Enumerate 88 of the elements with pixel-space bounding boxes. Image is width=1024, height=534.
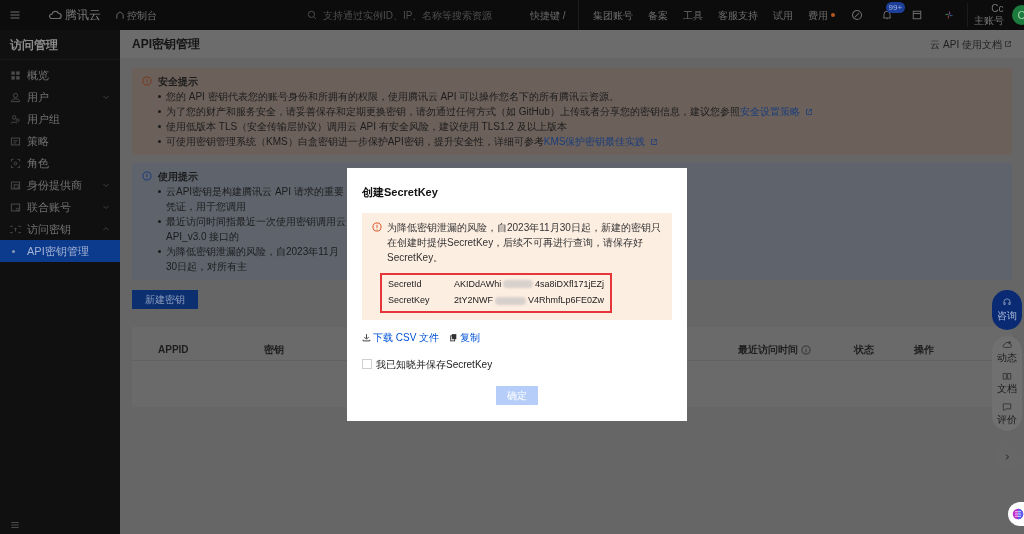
search-icon (307, 10, 317, 20)
headset-icon (1002, 297, 1012, 307)
credential-value: 4sa8iDXfl171jEZj (534, 277, 604, 291)
menu-icon[interactable] (10, 520, 20, 530)
external-link-icon (1004, 40, 1012, 48)
credential-value: 2tY2NWF (454, 294, 493, 307)
brand-name[interactable]: 腾讯云 (65, 6, 101, 24)
shortcut-hint: 快捷键 / (530, 8, 566, 23)
sidebar-item[interactable]: 概览 (0, 64, 120, 86)
account-name[interactable]: Cc (991, 3, 1004, 15)
sidebar-item[interactable]: API密钥管理 (0, 240, 120, 262)
console-link[interactable]: 控制台 (115, 7, 157, 23)
sidebar-item[interactable]: 用户组 (0, 108, 120, 130)
bullet-icon (158, 110, 161, 113)
download-link[interactable]: 下载 CSV 文件 (362, 329, 440, 345)
download-icon (362, 332, 371, 342)
notice-text: 云API密钥是构建腾讯云 API 请求的重要凭证，用于您调用 (166, 185, 345, 214)
nav-link[interactable]: 费用 (807, 7, 835, 23)
receipt-icon[interactable] (910, 9, 923, 21)
bell-icon[interactable] (880, 9, 893, 21)
nav-link[interactable]: 试用 (772, 7, 793, 23)
notice-title: 使用提示 (158, 170, 199, 184)
column-header: 密钥 (264, 343, 284, 357)
info-icon (142, 76, 152, 86)
redaction-blur (503, 280, 533, 289)
notice-text: 您的 API 密钥代表您的账号身份和所拥有的权限，使用腾讯云 API 可以操作您名下的所有腾讯云资源。 (166, 90, 620, 104)
copy-link[interactable]: 复制 (449, 329, 481, 345)
nav-link[interactable]: 集团账号 (592, 7, 633, 23)
bullet-icon (158, 95, 161, 98)
warning-icon (372, 221, 382, 232)
cloud-logo-icon (47, 8, 63, 22)
bullet-icon (158, 140, 161, 143)
external-link-icon (804, 108, 813, 117)
info-icon (142, 171, 152, 181)
folder-icon (10, 179, 21, 191)
sidebar-item[interactable]: 身份提供商 (0, 174, 120, 196)
book-icon (1002, 371, 1012, 381)
sidebar-item[interactable]: 用户 (0, 86, 120, 108)
cloud-icon (1002, 340, 1012, 350)
comment-icon (1002, 402, 1012, 412)
column-header: 最近访问时间 (738, 342, 811, 357)
nav-link[interactable]: 客服支持 (717, 7, 758, 23)
copy-icon (449, 332, 459, 342)
grid-icon (10, 69, 21, 81)
bullet-icon (158, 220, 161, 223)
column-header: 状态 (854, 343, 874, 357)
colorful-orb-icon (1012, 508, 1024, 520)
nav-link[interactable]: 备案 (647, 7, 668, 23)
page-title: API密钥管理 (132, 36, 200, 53)
tool-button[interactable]: 动态 (997, 340, 1017, 365)
notice-title: 安全提示 (158, 75, 199, 89)
column-header: 操作 (914, 343, 934, 357)
bullet-icon (158, 190, 161, 193)
modal-title: 创建SecretKey (362, 185, 439, 200)
new-key-button[interactable]: 新建密钥 (132, 290, 198, 309)
sidebar-item[interactable]: 访问密钥 (0, 218, 120, 240)
notice-text: 为降低密钥泄漏的风险，自2023年11月30日起，对所有主 (166, 245, 340, 274)
sidebar-item[interactable]: 策略 (0, 130, 120, 152)
sidebar-item[interactable]: 角色 (0, 152, 120, 174)
person-icon (10, 91, 21, 103)
credential-value: V4RhmfLp6FE0Zw (527, 294, 604, 307)
tool-button[interactable]: 评价 (997, 402, 1017, 427)
warning-text: 为降低密钥泄漏的风险，自2023年11月30日起，新建的密钥只在创建时提供SecretKey，后续不可再进行查询，请保存好SecretKey。 (387, 220, 662, 265)
redaction-blur (495, 296, 526, 305)
menu-icon[interactable] (9, 9, 21, 21)
chevron-right-icon (1003, 453, 1011, 461)
checkbox-label: 我已知晓并保存SecretKey (376, 357, 493, 372)
folder-icon (10, 201, 21, 213)
document-icon (10, 135, 21, 147)
column-header: APPID (158, 343, 189, 357)
checkbox[interactable] (362, 359, 372, 369)
frame-icon (10, 157, 21, 169)
info-icon (801, 344, 811, 355)
tool-button[interactable]: 文档 (997, 371, 1017, 396)
nav-link[interactable]: 工具 (682, 7, 703, 23)
credential-value: AKIDdAWhi (454, 277, 502, 291)
bullet-icon (158, 250, 161, 253)
account-role: 主账号 (973, 15, 1004, 27)
home-icon (115, 10, 125, 20)
bullet-icon (12, 249, 15, 253)
doc-link[interactable]: 云 API 使用文档 (930, 36, 1012, 52)
credential-label: SecretKey (388, 294, 431, 307)
credential-label: SecretId (388, 277, 423, 291)
people-icon (10, 113, 21, 125)
external-link-icon (650, 138, 659, 147)
notification-badge: 99+ (885, 2, 906, 13)
bullet-icon (158, 125, 161, 128)
sidebar-item[interactable]: 联合账号 (0, 196, 120, 218)
